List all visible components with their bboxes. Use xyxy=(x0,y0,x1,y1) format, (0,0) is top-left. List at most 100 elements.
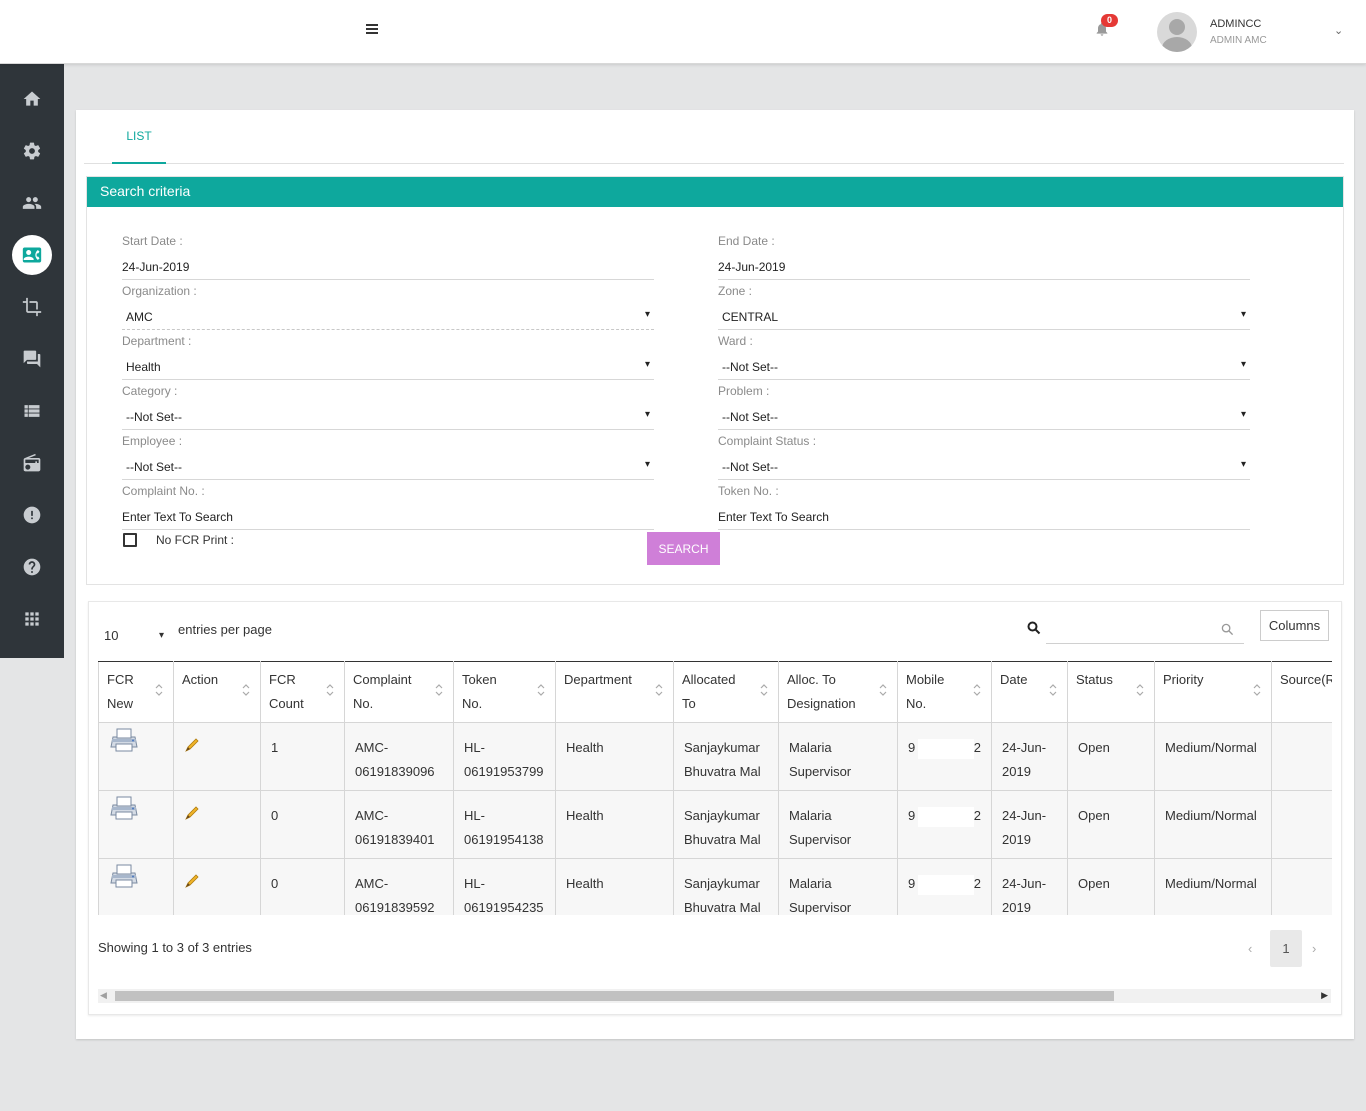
problem-label: Problem : xyxy=(718,384,770,398)
edit-pencil-icon[interactable] xyxy=(184,738,200,756)
edit-pencil-icon[interactable] xyxy=(184,806,200,824)
dropdown-caret-icon: ▾ xyxy=(1240,459,1246,470)
department-field: Department : Health ▾ xyxy=(122,334,654,380)
pagination-prev-chevron-left-icon[interactable]: ‹ xyxy=(1248,941,1252,956)
sort-icon[interactable] xyxy=(1253,682,1261,698)
date-cell: 24-Jun- 2019 xyxy=(991,790,1068,859)
problem-select[interactable]: --Not Set-- ▾ xyxy=(718,404,1250,430)
problem-value: --Not Set-- xyxy=(722,410,779,424)
user-avatar[interactable] xyxy=(1157,12,1197,52)
column-header-complaint-no[interactable]: Complaint No. xyxy=(344,661,454,723)
sort-icon[interactable] xyxy=(326,682,334,698)
date-cell: 24-Jun- 2019 xyxy=(991,858,1068,915)
column-header-priority[interactable]: Priority xyxy=(1154,661,1272,723)
column-header-alloc-designation[interactable]: Alloc. To Designation xyxy=(778,661,898,723)
mobile-no-cell: 9 2 xyxy=(897,722,992,791)
entries-per-page-select[interactable]: 10 ▾ xyxy=(104,628,164,652)
organization-select[interactable]: AMC ▾ xyxy=(122,304,654,330)
user-menu-chevron-down-icon[interactable]: ⌄ xyxy=(1334,24,1343,37)
sort-icon[interactable] xyxy=(1136,682,1144,698)
designation-cell: Malaria Supervisor xyxy=(778,722,898,791)
column-header-token-no[interactable]: Token No. xyxy=(453,661,556,723)
employee-field: Employee : --Not Set-- ▾ xyxy=(122,434,654,480)
column-header-fcr-new[interactable]: FCR New xyxy=(98,661,174,723)
sidebar-crop-icon[interactable] xyxy=(12,287,52,327)
complaints-table: FCR New Action FCR Count Complaint No. Toke… xyxy=(98,661,1332,915)
token-no-input[interactable] xyxy=(718,504,1250,530)
sort-icon[interactable] xyxy=(760,682,768,698)
sort-icon[interactable] xyxy=(879,682,887,698)
sidebar-apps-grid-icon[interactable] xyxy=(12,599,52,639)
column-header-action[interactable]: Action xyxy=(173,661,261,723)
hamburger-menu-icon[interactable] xyxy=(366,24,378,38)
printer-icon[interactable] xyxy=(109,728,139,756)
edit-pencil-icon[interactable] xyxy=(184,874,200,892)
sidebar-help-icon[interactable] xyxy=(12,547,52,587)
pagination-page-1[interactable]: 1 xyxy=(1270,930,1302,967)
sidebar-chat-icon[interactable] xyxy=(12,339,52,379)
sort-icon[interactable] xyxy=(155,682,163,698)
column-header-fcr-count[interactable]: FCR Count xyxy=(260,661,345,723)
sort-icon[interactable] xyxy=(973,682,981,698)
table-row: 0 AMC- 06191839401 HL- 06191954138 Health Sanj… xyxy=(98,790,1332,859)
entries-per-page-label: entries per page xyxy=(178,622,272,637)
sidebar-list-icon[interactable] xyxy=(12,391,52,431)
status-cell: Open xyxy=(1067,858,1155,915)
category-select[interactable]: --Not Set-- ▾ xyxy=(122,404,654,430)
fcr-count-cell: 1 xyxy=(260,722,345,791)
employee-label: Employee : xyxy=(122,434,183,448)
complaint-no-input[interactable] xyxy=(122,504,654,530)
department-select[interactable]: Health ▾ xyxy=(122,354,654,380)
organization-label: Organization : xyxy=(122,284,197,298)
token-no-cell: HL- 06191953799 xyxy=(453,722,556,791)
sidebar-alert-icon[interactable] xyxy=(12,495,52,535)
column-header-date[interactable]: Date xyxy=(991,661,1068,723)
printer-icon[interactable] xyxy=(109,864,139,892)
sort-icon[interactable] xyxy=(1049,682,1057,698)
ward-value: --Not Set-- xyxy=(722,360,779,374)
table-header-row: FCR New Action FCR Count Complaint No. Toke… xyxy=(98,661,1332,723)
dropdown-caret-icon: ▾ xyxy=(644,409,650,420)
column-header-mobile-no[interactable]: Mobile No. xyxy=(897,661,992,723)
columns-button[interactable]: Columns xyxy=(1260,610,1329,641)
pagination-next-chevron-right-icon[interactable]: › xyxy=(1312,941,1316,956)
sidebar-home-icon[interactable] xyxy=(12,79,52,119)
designation-cell: Malaria Supervisor xyxy=(778,858,898,915)
sidebar-gear-icon[interactable] xyxy=(12,131,52,171)
scroll-left-arrow-icon[interactable]: ◀ xyxy=(100,990,107,1001)
sort-icon[interactable] xyxy=(537,682,545,698)
column-header-source[interactable]: Source(R xyxy=(1271,661,1332,723)
sort-icon[interactable] xyxy=(655,682,663,698)
user-name[interactable]: ADMINCC xyxy=(1210,18,1261,30)
no-fcr-print-label: No FCR Print : xyxy=(156,533,235,547)
search-button[interactable]: SEARCH xyxy=(647,532,720,565)
complaint-no-cell: AMC- 06191839401 xyxy=(344,790,454,859)
printer-icon[interactable] xyxy=(109,796,139,824)
notification-count-badge: 0 xyxy=(1101,14,1118,27)
tab-bar: LIST xyxy=(84,110,1344,164)
sidebar-contact-card-icon[interactable] xyxy=(12,235,52,275)
ward-select[interactable]: --Not Set-- ▾ xyxy=(718,354,1250,380)
top-bar: 0 ADMINCC ADMIN AMC ⌄ xyxy=(0,0,1366,64)
horizontal-scrollbar[interactable]: ◀ ▶ xyxy=(98,989,1331,1003)
sort-icon[interactable] xyxy=(242,682,250,698)
column-header-department[interactable]: Department xyxy=(555,661,674,723)
sort-icon[interactable] xyxy=(435,682,443,698)
priority-cell: Medium/Normal xyxy=(1154,790,1272,859)
column-header-allocated-to[interactable]: Allocated To xyxy=(673,661,779,723)
dropdown-caret-icon: ▾ xyxy=(644,309,650,320)
scroll-right-arrow-icon[interactable]: ▶ xyxy=(1321,990,1328,1001)
no-fcr-print-checkbox[interactable] xyxy=(123,533,137,547)
mobile-no-cell: 92 xyxy=(897,790,992,859)
start-date-input[interactable] xyxy=(122,254,654,280)
sidebar-users-icon[interactable] xyxy=(12,183,52,223)
sidebar-radio-icon[interactable] xyxy=(12,443,52,483)
employee-select[interactable]: --Not Set-- ▾ xyxy=(122,454,654,480)
table-search-input[interactable] xyxy=(1046,616,1244,644)
complaint-status-select[interactable]: --Not Set-- ▾ xyxy=(718,454,1250,480)
column-header-status[interactable]: Status xyxy=(1067,661,1155,723)
tab-list[interactable]: LIST xyxy=(112,128,166,164)
scrollbar-thumb[interactable] xyxy=(115,991,1114,1001)
zone-select[interactable]: CENTRAL ▾ xyxy=(718,304,1250,330)
end-date-input[interactable] xyxy=(718,254,1250,280)
